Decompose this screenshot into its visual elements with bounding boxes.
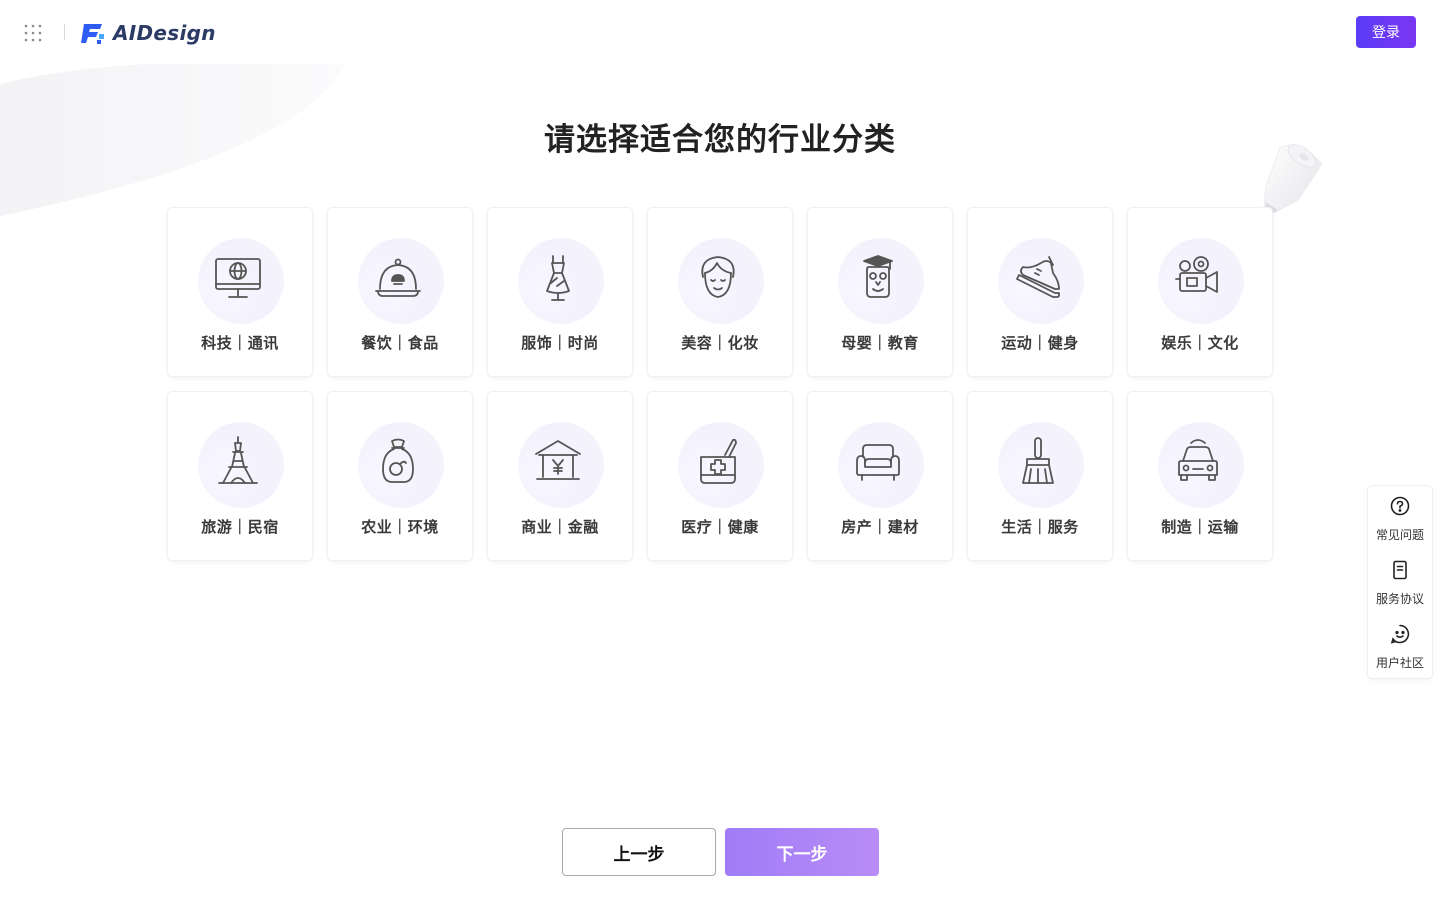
category-label: 美容｜化妆 bbox=[681, 334, 759, 352]
document-icon bbox=[1393, 560, 1407, 580]
computer-globe-icon bbox=[215, 258, 261, 298]
smile-chat-icon bbox=[1390, 624, 1410, 644]
icon-circle bbox=[198, 422, 284, 508]
category-card-medical[interactable]: 医疗｜健康 bbox=[648, 392, 792, 560]
floating-help-panel: 常见问题 服务协议 用户社区 bbox=[1368, 486, 1432, 678]
header-divider bbox=[64, 24, 65, 40]
side-item-community[interactable]: 用户社区 bbox=[1368, 614, 1432, 678]
icon-circle bbox=[198, 238, 284, 324]
owl-graduate-icon bbox=[863, 255, 893, 298]
side-item-label: 用户社区 bbox=[1375, 656, 1424, 670]
logo-mark-icon bbox=[81, 24, 104, 44]
icon-circle bbox=[1158, 238, 1244, 324]
icon-circle bbox=[1158, 422, 1244, 508]
icon-circle bbox=[518, 238, 604, 324]
broom-icon bbox=[1022, 437, 1054, 484]
icon-circle bbox=[678, 422, 764, 508]
category-label: 农业｜环境 bbox=[361, 518, 439, 536]
bank-icon bbox=[535, 440, 581, 480]
video-camera-icon bbox=[1175, 256, 1218, 293]
armchair-icon bbox=[856, 444, 900, 481]
category-card-travel[interactable]: 旅游｜民宿 bbox=[168, 392, 312, 560]
category-label: 餐饮｜食品 bbox=[361, 334, 439, 352]
category-card-manufacturing[interactable]: 制造｜运输 bbox=[1128, 392, 1272, 560]
category-label: 服饰｜时尚 bbox=[521, 334, 599, 352]
side-item-label: 服务协议 bbox=[1375, 592, 1424, 606]
category-card-education[interactable]: 母婴｜教育 bbox=[808, 208, 952, 376]
category-card-entertainment[interactable]: 娱乐｜文化 bbox=[1128, 208, 1272, 376]
category-card-agriculture[interactable]: 农业｜环境 bbox=[328, 392, 472, 560]
face-icon bbox=[701, 256, 735, 298]
side-item-faq[interactable]: 常见问题 bbox=[1368, 486, 1432, 550]
category-card-sports[interactable]: 运动｜健身 bbox=[968, 208, 1112, 376]
side-item-label: 常见问题 bbox=[1375, 528, 1424, 542]
category-card-beauty[interactable]: 美容｜化妆 bbox=[648, 208, 792, 376]
icon-circle bbox=[358, 422, 444, 508]
icon-circle bbox=[838, 238, 924, 324]
grain-sack-icon bbox=[382, 438, 414, 483]
category-label: 娱乐｜文化 bbox=[1161, 334, 1239, 352]
side-item-agreement[interactable]: 服务协议 bbox=[1368, 550, 1432, 614]
category-card-food[interactable]: 餐饮｜食品 bbox=[328, 208, 472, 376]
category-label: 旅游｜民宿 bbox=[201, 518, 279, 536]
logo[interactable]: AIDesign bbox=[80, 20, 216, 46]
category-label: 运动｜健身 bbox=[1001, 334, 1079, 352]
category-card-realestate[interactable]: 房产｜建材 bbox=[808, 392, 952, 560]
logo-text: AIDesign bbox=[113, 21, 216, 45]
icon-circle bbox=[518, 422, 604, 508]
sneaker-icon bbox=[1016, 256, 1060, 298]
medical-kit-icon bbox=[700, 438, 737, 484]
car-icon bbox=[1178, 439, 1218, 481]
category-label: 母婴｜教育 bbox=[841, 334, 919, 352]
question-circle-icon bbox=[1390, 496, 1410, 516]
icon-circle bbox=[678, 238, 764, 324]
category-label: 房产｜建材 bbox=[841, 518, 919, 536]
category-card-finance[interactable]: 商业｜金融 bbox=[488, 392, 632, 560]
food-cloche-icon bbox=[375, 258, 421, 297]
category-label: 制造｜运输 bbox=[1161, 518, 1239, 536]
category-card-tech[interactable]: 科技｜通讯 bbox=[168, 208, 312, 376]
category-label: 医疗｜健康 bbox=[681, 518, 759, 536]
category-card-fashion[interactable]: 服饰｜时尚 bbox=[488, 208, 632, 376]
category-label: 科技｜通讯 bbox=[201, 334, 279, 352]
page-title: 请选择适合您的行业分类 bbox=[544, 122, 896, 158]
top-header: AIDesign 登录 bbox=[0, 0, 1440, 64]
category-label: 生活｜服务 bbox=[1001, 518, 1079, 536]
icon-circle bbox=[838, 422, 924, 508]
category-card-services[interactable]: 生活｜服务 bbox=[968, 392, 1112, 560]
eiffel-tower-icon bbox=[218, 436, 258, 484]
category-label: 商业｜金融 bbox=[521, 518, 599, 536]
next-step-button[interactable]: 下一步 bbox=[725, 828, 879, 876]
icon-circle bbox=[998, 422, 1084, 508]
login-button[interactable]: 登录 bbox=[1356, 16, 1416, 48]
icon-circle bbox=[998, 238, 1084, 324]
icon-circle bbox=[358, 238, 444, 324]
apps-grid-icon[interactable] bbox=[24, 24, 42, 42]
previous-step-button[interactable]: 上一步 bbox=[562, 828, 716, 876]
dress-icon bbox=[546, 255, 570, 301]
category-grid: 科技｜通讯 餐饮｜食品 服饰｜时尚 美容｜化妆 母婴｜教育 运动｜健身 娱乐｜文… bbox=[168, 208, 1274, 560]
